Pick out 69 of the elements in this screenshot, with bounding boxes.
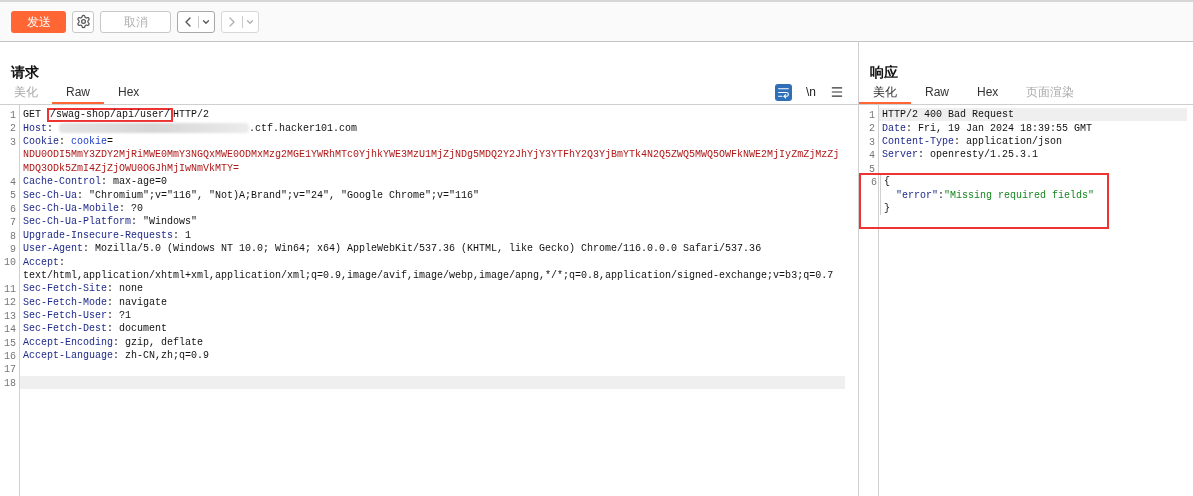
line-number: 5 — [869, 163, 875, 175]
line-number: 3 — [869, 136, 875, 148]
code-line: Sec-Fetch-Site: none — [23, 282, 144, 297]
line-number: 6 — [871, 176, 877, 188]
line-number: 8 — [10, 230, 16, 242]
code-line: "error":"Missing required fields" — [895, 188, 1095, 203]
line-number: 12 — [4, 297, 16, 309]
code-line: Sec-Ch-Ua-Mobile: ?0 — [23, 201, 144, 216]
code-line: Content-Type: application/json — [882, 135, 1063, 149]
tab[interactable]: Raw — [911, 82, 963, 104]
line-number: 6 — [10, 203, 16, 215]
line-number: 4 — [10, 176, 16, 188]
line-number: 1 — [869, 110, 875, 121]
line-number: 2 — [10, 123, 16, 135]
line-number: 7 — [10, 217, 16, 229]
code-line: Upgrade-Insecure-Requests: 1 — [23, 228, 192, 243]
line-number: 11 — [4, 284, 16, 296]
back-button[interactable] — [177, 10, 215, 33]
code-line: Sec-Fetch-Mode: navigate — [23, 295, 168, 310]
settings-button[interactable] — [72, 10, 94, 33]
code-text: HTTP/2 — [173, 108, 210, 123]
code-text: Host — [23, 121, 47, 136]
menu-button[interactable] — [830, 85, 844, 99]
code-line: Accept-Language: zh-CN,zh;q=0.9 — [23, 349, 210, 364]
code-line: Server: openresty/1.25.3.1 — [882, 148, 1039, 163]
line-number: 9 — [10, 243, 16, 255]
code-line: Sec-Fetch-User: ?1 — [23, 309, 132, 323]
line-number: 15 — [4, 337, 16, 349]
line-number: 13 — [4, 310, 16, 322]
line-number: 5 — [10, 190, 16, 202]
wrap-icon — [777, 85, 790, 99]
code-line: MDQ3ODk5ZmI4ZjZjOWU0OGJhMjIwNmVkMTY= — [23, 161, 240, 176]
code-line: Date: Fri, 19 Jan 2024 18:39:55 GMT — [882, 121, 1093, 136]
panel-title: 响应 — [870, 64, 898, 80]
tab[interactable]: Hex — [104, 82, 154, 104]
code-line: Sec-Fetch-Dest: document — [23, 322, 168, 337]
line-number: 17 — [4, 364, 16, 376]
code-text: : — [47, 121, 55, 136]
tab[interactable]: 美化 — [859, 82, 911, 104]
line-number: 2 — [869, 123, 875, 135]
highlight-box: /swag-shop/api/user/ — [47, 107, 174, 122]
code-text: .ctf.hacker101.com — [249, 121, 358, 136]
code-line: HTTP/2 400 Bad Request — [882, 108, 1015, 123]
code-line: { — [884, 175, 890, 190]
menu-icon — [830, 85, 844, 99]
code-line: Accept-Encoding: gzip, deflate — [23, 335, 204, 350]
line-number: 3 — [10, 136, 16, 148]
code-line: User-Agent: Mozilla/5.0 (Windows NT 10.0; Win64; x64) AppleWebKit/537.36 (KHTML, like Gecko) Chrome/116.0.0.0 Safari/537.36 — [23, 242, 762, 257]
tab[interactable]: Hex — [963, 82, 1013, 104]
tab[interactable]: Raw — [52, 82, 104, 104]
code-line: Sec-Ch-Ua: "Chromium";v="116", "Not)A;Brand";v="24", "Google Chrome";v="116" — [23, 188, 480, 203]
code-line: Cache-Control: max-age=0 — [23, 175, 168, 190]
code-line: } — [884, 201, 890, 216]
line-number: 14 — [4, 324, 16, 336]
line-number: 16 — [4, 351, 16, 363]
line-number: 1 — [10, 110, 16, 121]
line-number: 18 — [4, 377, 16, 389]
newline-toggle[interactable]: \n — [806, 83, 816, 101]
code-line: Accept: — [23, 255, 66, 270]
code-line: Cookie: cookie= — [23, 135, 114, 149]
code-text: GET — [23, 108, 42, 123]
settings-icon — [75, 14, 91, 29]
code-line: Sec-Ch-Ua-Platform: "Windows" — [23, 215, 198, 230]
line-number: 4 — [869, 150, 875, 162]
wrap-toggle[interactable] — [775, 83, 792, 101]
line-number: 10 — [4, 257, 16, 269]
code-line: text/html,application/xhtml+xml,application/xml;q=0.9,image/avif,image/webp,image/apng,*/*;q=0.8,application/signed-exchange;v=b3;q=0.7 — [23, 268, 834, 283]
code-line: NDU0ODI5MmY3ZDY2MjRiMWE0MmY3NGQxMWE0ODMxMzg2MGE1YWRhMTc0YjhkYWE3MzU1MjZjNDg5MDQ2Y2JhYjY3YTFhY2Q3YjBmYTk4N2Q5ZWQ5MWQ5OWFkNWE2MjIyZmZjMzZj — [23, 148, 840, 163]
panel-title: 请求 — [11, 64, 39, 80]
